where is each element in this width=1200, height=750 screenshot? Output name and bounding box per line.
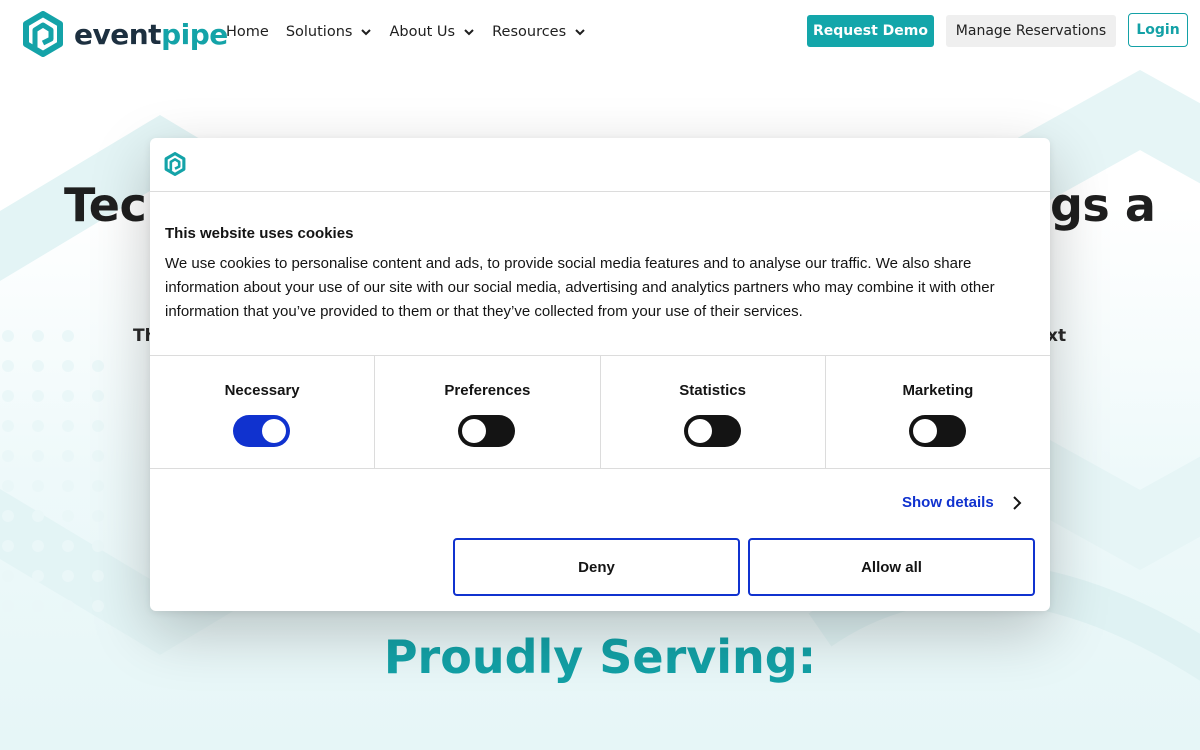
toggle-statistics: Statistics	[601, 356, 826, 468]
cookie-consent-dialog: This website uses cookies We use cookies…	[150, 138, 1050, 611]
top-nav: eventpipe Home Solutions About Us Resour…	[0, 0, 1200, 68]
switch-knob	[912, 419, 937, 443]
toggle-marketing: Marketing	[826, 356, 1050, 468]
toggle-preferences: Preferences	[375, 356, 601, 468]
necessary-switch[interactable]	[233, 415, 291, 447]
toggle-necessary-label: Necessary	[224, 382, 300, 399]
nav-home[interactable]: Home	[226, 24, 269, 40]
deny-button[interactable]: Deny	[453, 538, 740, 596]
consent-toggles: Necessary Preferences Statistics Marketi…	[150, 355, 1050, 469]
nav-about-us-label: About Us	[389, 24, 456, 40]
brand-logo[interactable]: eventpipe	[22, 11, 228, 57]
proudly-serving-heading: Proudly Serving:	[383, 630, 817, 684]
marketing-switch[interactable]	[908, 415, 966, 447]
brand-wordmark: eventpipe	[74, 17, 228, 51]
switch-knob	[262, 419, 287, 443]
nav-home-label: Home	[226, 24, 269, 40]
nav-resources-label: Resources	[492, 24, 567, 40]
switch-knob	[687, 419, 712, 443]
toggle-necessary: Necessary	[150, 356, 376, 468]
eventpipe-logo-icon	[164, 152, 186, 176]
manage-reservations-button[interactable]: Manage Reservations	[946, 15, 1116, 47]
chevron-right-icon	[1012, 495, 1022, 510]
request-demo-button[interactable]: Request Demo	[807, 15, 934, 47]
toggle-marketing-label: Marketing	[902, 382, 974, 399]
chevron-down-icon	[361, 29, 372, 36]
allow-all-button[interactable]: Allow all	[748, 538, 1035, 596]
chevron-down-icon	[464, 29, 474, 36]
nav-solutions-label: Solutions	[285, 24, 353, 40]
show-details-label: Show details	[902, 494, 994, 511]
chevron-down-icon	[575, 29, 585, 36]
dialog-header	[150, 138, 1050, 192]
switch-knob	[462, 419, 487, 443]
nav-about-us[interactable]: About Us	[389, 24, 475, 40]
show-details-link[interactable]: Show details	[902, 494, 1022, 511]
toggle-preferences-label: Preferences	[444, 382, 531, 399]
eventpipe-logo-icon	[23, 11, 63, 57]
login-button[interactable]: Login	[1128, 13, 1188, 47]
toggle-statistics-label: Statistics	[679, 382, 746, 399]
cookie-dialog-title: This website uses cookies	[165, 225, 354, 242]
preferences-switch[interactable]	[458, 415, 516, 447]
nav-solutions[interactable]: Solutions	[286, 24, 373, 40]
statistics-switch[interactable]	[683, 415, 741, 447]
main-menu: Home Solutions About Us Resources	[226, 24, 603, 40]
nav-resources[interactable]: Resources	[492, 24, 586, 40]
cookie-dialog-body: We use cookies to personalise content an…	[165, 255, 995, 320]
